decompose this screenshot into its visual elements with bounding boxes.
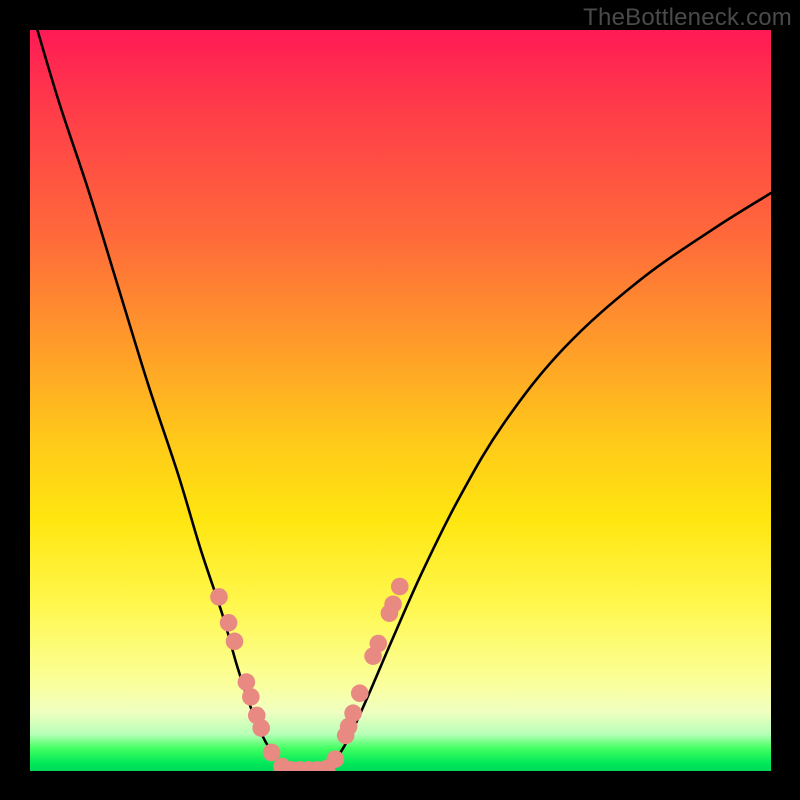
plot-svg (30, 30, 771, 771)
highlight-dot (263, 744, 281, 762)
highlight-dot (226, 633, 244, 651)
highlight-dot (344, 704, 362, 722)
bottleneck-curve (37, 30, 771, 771)
highlight-dot (252, 719, 270, 737)
chart-frame: TheBottleneck.com (0, 0, 800, 800)
highlight-dot (351, 684, 369, 702)
curve-layer (37, 30, 771, 771)
highlight-dot (326, 750, 344, 768)
highlight-dot (220, 614, 238, 632)
highlight-dot (369, 635, 387, 653)
highlight-dot (242, 688, 260, 706)
highlight-dot (210, 588, 228, 606)
plot-area (30, 30, 771, 771)
highlight-dot (391, 578, 409, 596)
highlight-dot (238, 673, 256, 691)
watermark-text: TheBottleneck.com (583, 4, 792, 32)
highlight-dot (384, 595, 402, 613)
